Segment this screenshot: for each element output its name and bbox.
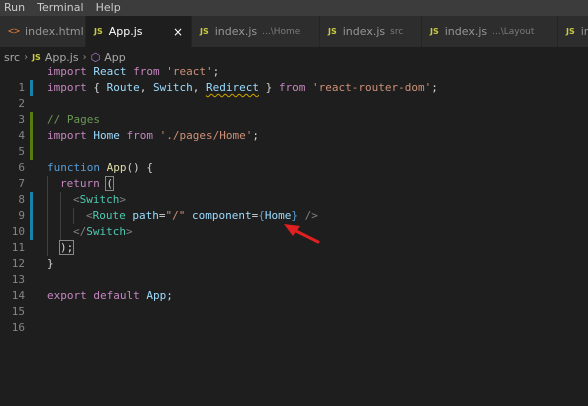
code-text: import Home from './pages/Home';	[47, 129, 259, 142]
tab-description: src	[390, 26, 404, 37]
tab-app-js[interactable]: JS App.js ×	[86, 16, 192, 47]
tab-label: index.js	[342, 25, 386, 38]
code-text: );	[58, 240, 75, 256]
unused-import-warning: Redirect	[206, 81, 259, 94]
indent-guide	[60, 208, 61, 224]
code-line: 11 </Switch>	[0, 224, 588, 254]
tab-label: index.html	[25, 25, 84, 38]
tab-label: in	[580, 25, 588, 38]
tab-index-js-src[interactable]: JS index.js src	[320, 16, 422, 47]
code-line: 1 import React from 'react';	[0, 64, 588, 94]
chevron-right-icon: ›	[24, 51, 29, 63]
code-line: 16	[0, 304, 588, 334]
modified-line-marker[interactable]	[30, 224, 33, 240]
code-text: export default App;	[47, 289, 173, 302]
chevron-right-icon: ›	[82, 51, 87, 63]
js-file-icon: JS	[430, 27, 439, 36]
code-editor[interactable]: 1 import React from 'react'; 2 import { …	[0, 64, 588, 406]
code-line: 6	[0, 144, 588, 174]
matching-bracket: );	[58, 240, 75, 255]
modified-line-marker[interactable]	[30, 208, 33, 224]
menu-bar: Run Terminal Help	[0, 0, 588, 16]
cube-icon: ⬡	[90, 50, 101, 64]
code-text: <Switch>	[73, 193, 126, 206]
tab-label: App.js	[108, 25, 143, 38]
indent-guide	[47, 240, 48, 256]
html-file-icon: <>	[8, 26, 21, 37]
editor-tab-bar: <> index.html JS App.js × JS index.js ..…	[0, 16, 588, 47]
code-line: 4 // Pages	[0, 112, 588, 142]
js-file-icon: JS	[200, 27, 209, 36]
code-text: // Pages	[47, 113, 100, 126]
code-line: 13 }	[0, 256, 588, 286]
breadcrumb-symbol[interactable]: App	[104, 51, 126, 64]
code-line: 2 import { Route, Switch, Redirect } fro…	[0, 80, 588, 110]
menu-item-run[interactable]: Run	[0, 0, 31, 16]
code-text: function App() {	[47, 161, 153, 174]
breadcrumb-file[interactable]: App.js	[45, 51, 79, 64]
tab-label: index.js	[214, 25, 258, 38]
js-file-icon: JS	[566, 27, 575, 36]
code-text: import React from 'react';	[47, 65, 220, 78]
code-text: <Route path="/" component={Home} />	[86, 209, 318, 222]
tab-index-html[interactable]: <> index.html	[0, 16, 86, 47]
tab-label: index.js	[444, 25, 488, 38]
code-line: 9 <Switch>	[0, 192, 588, 222]
tab-description: ...\Layout	[492, 26, 535, 37]
tab-description: ...\Home	[262, 26, 301, 37]
indent-guide	[73, 208, 74, 224]
added-line-marker[interactable]	[30, 144, 33, 160]
js-file-icon: JS	[328, 27, 337, 36]
indent-guide	[47, 224, 48, 240]
code-line: 3	[0, 96, 588, 126]
code-line: 8 return (	[0, 176, 588, 206]
breadcrumb-folder[interactable]: src	[4, 51, 20, 64]
added-line-marker[interactable]	[30, 112, 33, 128]
menu-item-terminal[interactable]: Terminal	[31, 0, 90, 16]
line-number: 16	[11, 321, 25, 334]
code-text: return (	[60, 176, 114, 191]
close-icon[interactable]: ×	[173, 25, 183, 39]
js-file-icon: JS	[94, 27, 103, 36]
matching-bracket: (	[105, 176, 114, 191]
js-file-icon: JS	[32, 52, 41, 62]
modified-line-marker[interactable]	[30, 192, 33, 208]
code-line: 10 <Route path="/" component={Home} />	[0, 208, 588, 238]
tab-index-js-layout[interactable]: JS index.js ...\Layout	[422, 16, 558, 47]
indent-guide	[47, 176, 48, 192]
tab-overflow[interactable]: JS in	[558, 16, 588, 47]
code-text: </Switch>	[73, 225, 133, 238]
code-text: }	[47, 257, 54, 270]
code-line: 12 );	[0, 240, 588, 270]
code-line: 14	[0, 272, 588, 302]
indent-guide	[60, 192, 61, 208]
code-line: 15 export default App;	[0, 288, 588, 318]
home-component-reference: Home	[264, 209, 292, 222]
indent-guide	[60, 224, 61, 240]
menu-item-help[interactable]: Help	[90, 0, 127, 16]
indent-guide	[47, 208, 48, 224]
added-line-marker[interactable]	[30, 128, 33, 144]
code-text: import { Route, Switch, Redirect } from …	[47, 81, 438, 94]
modified-line-marker[interactable]	[30, 80, 33, 96]
tab-index-js-home[interactable]: JS index.js ...\Home	[192, 16, 320, 47]
indent-guide	[47, 192, 48, 208]
code-line: 5 import Home from './pages/Home';	[0, 128, 588, 158]
code-line: 7 function App() {	[0, 160, 588, 190]
